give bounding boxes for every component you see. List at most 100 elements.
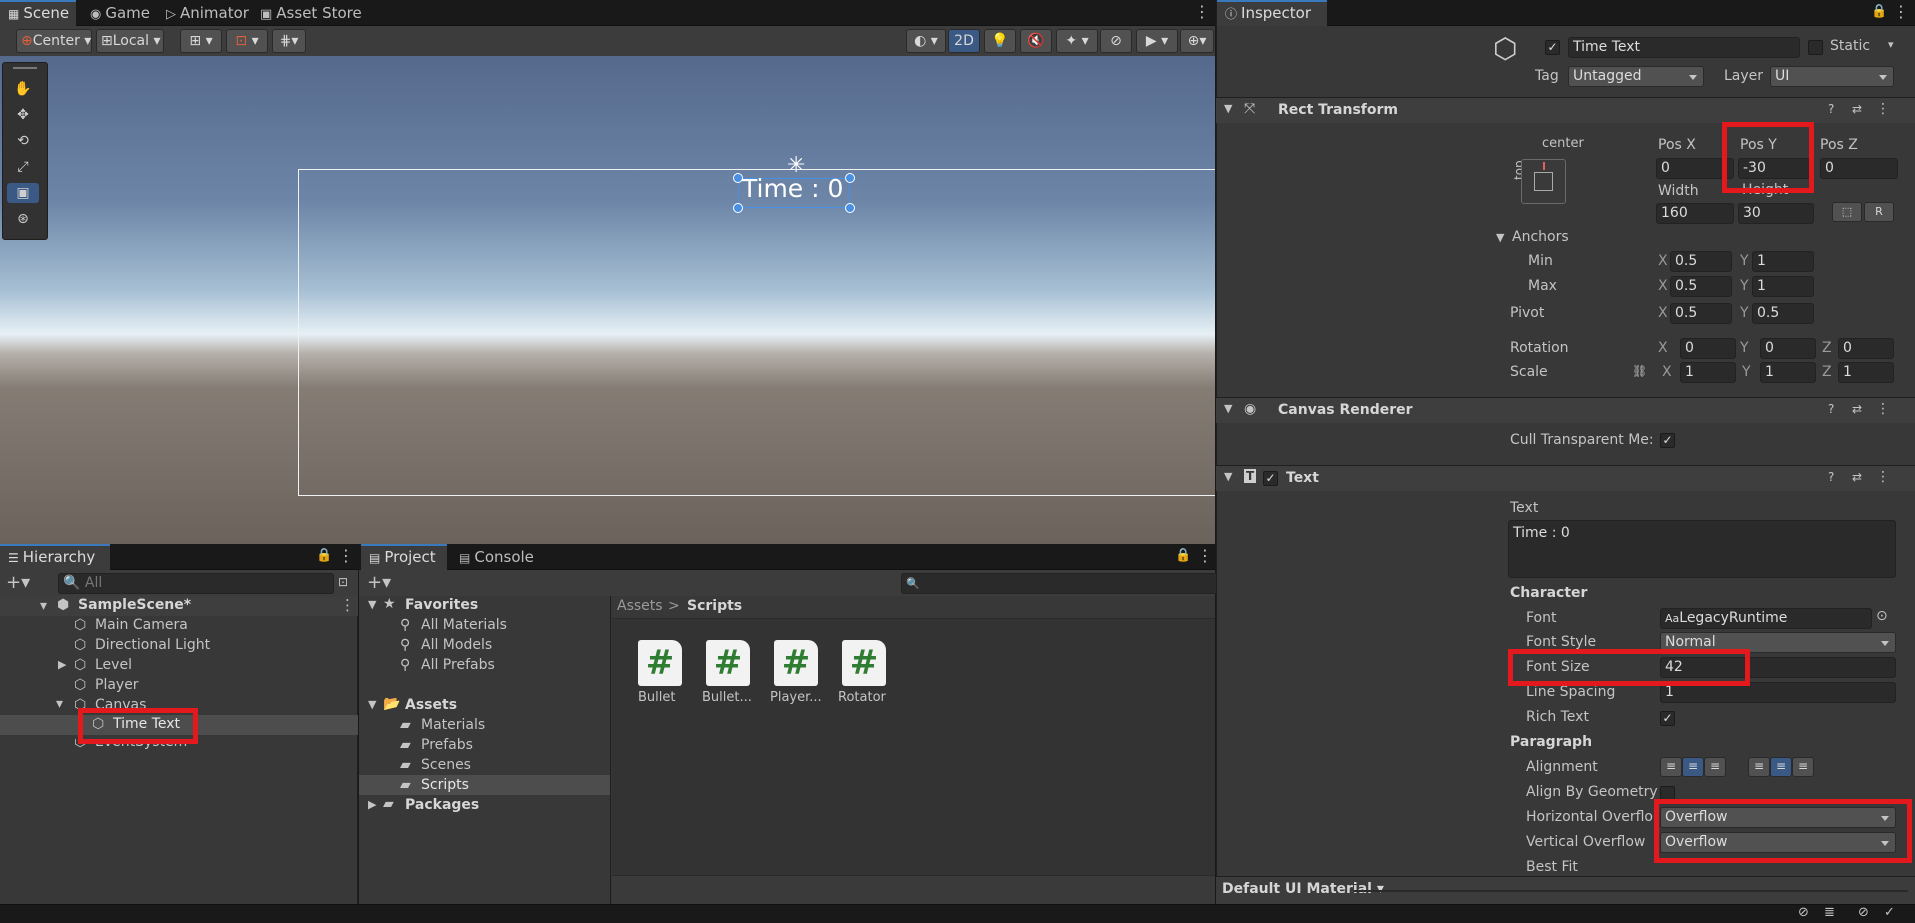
font-size-input[interactable]: 42	[1660, 657, 1896, 678]
font-field[interactable]: AaLegacyRuntime	[1660, 608, 1872, 629]
text-content-area[interactable]: Time : 0	[1508, 520, 1896, 578]
static-checkbox[interactable]	[1808, 40, 1823, 55]
file-bullet-2[interactable]: Bullet...	[702, 690, 752, 705]
gizmos-button[interactable]: ⊕▾	[1180, 29, 1214, 53]
help-icon[interactable]: ?	[1828, 102, 1834, 116]
pivot-x-input[interactable]: 0.5	[1670, 303, 1732, 324]
search-options-icon[interactable]: ⊡	[338, 575, 348, 589]
hierarchy-item-player[interactable]: ⬡ Player	[0, 676, 358, 696]
hierarchy-search-input[interactable]: 🔍 All	[58, 573, 334, 594]
tab-animator[interactable]: ▷ Animator	[158, 0, 257, 26]
scale-z-input[interactable]: 1	[1838, 362, 1894, 383]
expand-arrow-icon[interactable]: ▾	[56, 696, 63, 710]
rotation-z-input[interactable]: 0	[1838, 338, 1894, 359]
active-checkbox[interactable]: ✓	[1545, 40, 1560, 55]
align-bottom-button[interactable]: ≡	[1792, 757, 1814, 777]
align-geometry-checkbox[interactable]	[1660, 786, 1675, 801]
rect-handle-bl[interactable]	[733, 203, 743, 213]
layers-icon[interactable]: ≣	[1824, 905, 1835, 920]
line-spacing-input[interactable]: 1	[1660, 682, 1896, 703]
camera-settings-button[interactable]: ▶ ▾	[1136, 29, 1178, 53]
hierarchy-item-level[interactable]: ▶ ⬡ Level	[0, 656, 358, 676]
folder-scripts[interactable]: Scripts	[421, 777, 469, 793]
fav-all-prefabs[interactable]: All Prefabs	[421, 657, 495, 673]
grid-visibility-button[interactable]: ⋕▾	[272, 29, 306, 53]
lock-icon[interactable]: 🔒	[1871, 4, 1887, 19]
fav-all-models[interactable]: All Models	[421, 637, 492, 653]
scene-header-row[interactable]: ▾ ⬢ SampleScene* ⋮	[0, 596, 358, 616]
palette-grip[interactable]	[13, 67, 37, 69]
draw-mode-button[interactable]: ◐ ▾	[906, 29, 946, 53]
kebab-menu-icon[interactable]: ⋮	[1876, 401, 1890, 417]
csharp-script-icon[interactable]: #	[706, 640, 750, 686]
hierarchy-item-directional-light[interactable]: ⬡ Directional Light	[0, 636, 358, 656]
tab-hierarchy[interactable]: ☰ Hierarchy	[0, 544, 110, 570]
csharp-script-icon[interactable]: #	[638, 640, 682, 686]
scale-x-input[interactable]: 1	[1680, 362, 1736, 383]
rich-text-checkbox[interactable]: ✓	[1660, 711, 1675, 726]
expand-arrow-icon[interactable]: ▼	[368, 698, 376, 711]
collapse-arrow-icon[interactable]: ▶	[368, 798, 376, 811]
lock-icon[interactable]: 🔒	[1175, 548, 1191, 563]
transform-tool-icon[interactable]: ⊛	[7, 209, 39, 229]
hierarchy-item-canvas[interactable]: ▾ ⬡ Canvas	[0, 696, 358, 710]
move-tool-icon[interactable]: ✥	[7, 105, 39, 125]
width-input[interactable]: 160	[1656, 203, 1734, 224]
pivot-mode-dropdown[interactable]: ⊕Center ▾	[16, 29, 92, 53]
pos-x-input[interactable]: 0	[1656, 158, 1734, 179]
h-overflow-dropdown[interactable]: Overflow	[1660, 807, 1896, 828]
object-picker-icon[interactable]: ⊙	[1876, 608, 1888, 624]
anchor-min-y-input[interactable]: 1	[1752, 251, 1814, 272]
align-left-button[interactable]: ≡	[1660, 757, 1682, 777]
pos-y-input[interactable]: -30	[1738, 158, 1810, 179]
cache-server-icon[interactable]: ⊘	[1858, 905, 1869, 920]
csharp-script-icon[interactable]: #	[842, 640, 886, 686]
tab-project[interactable]: ▤ Project	[361, 544, 447, 570]
breadcrumb-assets[interactable]: Assets	[617, 598, 663, 614]
height-input[interactable]: 30	[1738, 203, 1814, 224]
tab-inspector[interactable]: ⓘ Inspector	[1217, 0, 1327, 26]
pos-z-input[interactable]: 0	[1820, 158, 1898, 179]
folder-prefabs[interactable]: Prefabs	[421, 737, 473, 753]
expand-arrow-icon[interactable]: ▾	[40, 598, 47, 614]
scale-tool-icon[interactable]: ⤢	[7, 157, 39, 177]
lock-icon[interactable]: 🔒	[316, 548, 332, 563]
create-button[interactable]: +▾	[367, 572, 391, 593]
font-style-dropdown[interactable]: Normal	[1660, 632, 1896, 653]
folder-scripts-row[interactable]	[359, 775, 610, 795]
rect-transform-header[interactable]: ▼ ⤧ Rect Transform ? ⇄ ⋮	[1216, 97, 1915, 123]
progress-check-icon[interactable]: ✓	[1884, 905, 1895, 920]
collapse-arrow-icon[interactable]: ▶	[58, 658, 66, 671]
file-rotator[interactable]: Rotator	[838, 690, 886, 705]
folder-materials[interactable]: Materials	[421, 717, 485, 733]
rect-tool-icon[interactable]: ▣	[7, 183, 39, 203]
pivot-y-input[interactable]: 0.5	[1752, 303, 1814, 324]
csharp-script-icon[interactable]: #	[774, 640, 818, 686]
hierarchy-item-eventsystem[interactable]: ⬡ EventSystem	[0, 739, 358, 759]
canvas-renderer-header[interactable]: ▼ ◉ Canvas Renderer ? ⇄ ⋮	[1216, 397, 1915, 423]
tab-asset-store[interactable]: ▣ Asset Store	[252, 0, 370, 26]
static-dropdown-icon[interactable]: ▾	[1888, 38, 1894, 51]
anchors-label[interactable]: Anchors	[1512, 229, 1569, 245]
hand-tool-icon[interactable]: ✋	[7, 79, 39, 99]
object-name-input[interactable]: Time Text	[1568, 37, 1800, 58]
constrain-proportions-icon[interactable]: ⛓	[1632, 364, 1647, 378]
rotate-tool-icon[interactable]: ⟲	[7, 131, 39, 151]
kebab-menu-icon[interactable]: ⋮	[1876, 469, 1890, 485]
effects-toggle[interactable]: ✦ ▾	[1056, 29, 1098, 53]
preset-icon[interactable]: ⇄	[1852, 470, 1862, 484]
expand-arrow-icon[interactable]: ▼	[1224, 402, 1232, 415]
breadcrumb-scripts[interactable]: Scripts	[687, 598, 742, 614]
align-top-button[interactable]: ≡	[1748, 757, 1770, 777]
align-center-button[interactable]: ≡	[1682, 757, 1704, 777]
anchor-min-x-input[interactable]: 0.5	[1670, 251, 1732, 272]
help-icon[interactable]: ?	[1828, 470, 1834, 484]
tab-console[interactable]: ▤ Console	[451, 544, 542, 570]
anchor-max-y-input[interactable]: 1	[1752, 276, 1814, 297]
file-player[interactable]: Player...	[770, 690, 822, 705]
rect-handle-br[interactable]	[845, 203, 855, 213]
hierarchy-item-time-text[interactable]: ⬡ Time Text	[0, 715, 358, 735]
cull-transparent-checkbox[interactable]: ✓	[1660, 433, 1675, 448]
text-enabled-checkbox[interactable]: ✓	[1263, 471, 1278, 486]
tab-scene[interactable]: ▦ Scene	[0, 0, 76, 26]
